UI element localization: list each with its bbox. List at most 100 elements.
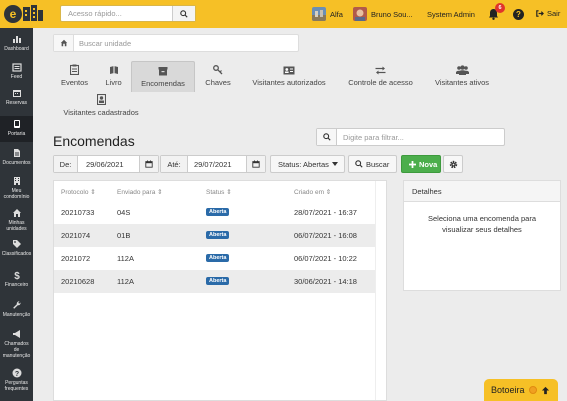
logout-label: Sair [547, 9, 561, 18]
column-header-criado[interactable]: Criado em ⇕ [294, 188, 331, 196]
quick-search-input[interactable] [61, 6, 173, 21]
calendar-icon [12, 90, 21, 97]
column-header-label: Enviado para [117, 189, 156, 196]
status-dot-icon [528, 386, 537, 394]
tab-chaves[interactable]: Chaves [202, 63, 234, 92]
table-scrollbar[interactable] [375, 181, 386, 400]
sidebar-item-minhas-unidades[interactable]: Minhas unidades [0, 208, 33, 234]
table-row[interactable]: 20210733 04S Aberta 28/07/2021 - 16:37 [54, 201, 376, 224]
home-button[interactable] [54, 35, 74, 51]
date-from-picker[interactable] [139, 156, 158, 172]
sidebar-item-label: Documentos [2, 160, 31, 166]
clipboard-icon [70, 64, 79, 75]
megaphone-icon [12, 330, 20, 338]
user-avatar [353, 7, 367, 21]
tab-label: Chaves [205, 78, 231, 87]
key-icon [213, 65, 223, 75]
filter-input[interactable] [343, 129, 503, 145]
search-button[interactable]: Buscar [348, 155, 397, 173]
date-to-input[interactable]: 29/07/2021 [188, 160, 246, 169]
sidebar-item-label: Financeiro [4, 282, 29, 288]
tab-visitantes-cadastrados[interactable]: Visitantes cadastrados [61, 93, 141, 122]
status-dropdown[interactable]: Status: Abertas [270, 155, 345, 173]
user-name: Bruno Sou... [371, 9, 413, 19]
tablet-icon [13, 120, 20, 128]
tab-label: Visitantes cadastrados [63, 108, 139, 117]
sidebar-item-portaria[interactable]: Portaria [0, 116, 33, 142]
filter-search-button[interactable] [317, 129, 337, 145]
date-from-group: De: 29/06/2021 [53, 155, 159, 173]
condo-name: Alfa [330, 9, 343, 19]
sidebar-item-documentos[interactable]: Documentos [0, 148, 33, 170]
tab-visitantes-autorizados[interactable]: Visitantes autorizados [247, 63, 331, 92]
home-icon [12, 209, 21, 217]
sidebar-item-chamados[interactable]: Chamados de manutenção [0, 329, 33, 361]
sidebar: Dashboard Feed Reservas Portaria Documen… [0, 28, 33, 401]
orders-table: Protocolo ⇕ Enviado para ⇕ Status ⇕ Cria… [53, 180, 387, 401]
cell-protocolo: 20210628 [61, 277, 95, 286]
botoeira-button[interactable]: Botoeira [484, 379, 558, 401]
svg-text:e: e [10, 7, 17, 21]
sidebar-item-feed[interactable]: Feed [0, 62, 33, 84]
sidebar-item-label: Feed [10, 74, 23, 80]
sidebar-item-label: Meu condomínio [3, 188, 30, 200]
table-row[interactable]: 2021074 01B Aberta 06/07/2021 - 16:08 [54, 224, 376, 247]
user-menu[interactable]: Bruno Sou... [353, 7, 413, 21]
role-label[interactable]: System Admin [427, 10, 475, 19]
calendar-icon [252, 160, 260, 168]
cell-protocolo: 2021072 [61, 254, 91, 263]
calendar-icon [145, 160, 153, 168]
quick-search-button[interactable] [172, 6, 195, 21]
building-icon [13, 177, 20, 185]
sort-icon: ⇕ [157, 189, 163, 196]
date-from-input[interactable]: 29/06/2021 [78, 160, 139, 169]
column-header-status[interactable]: Status ⇕ [206, 188, 232, 196]
cell-enviado: 112A [117, 254, 134, 263]
column-header-protocolo[interactable]: Protocolo ⇕ [61, 188, 96, 196]
dollar-icon: $ [14, 271, 20, 280]
users-icon [455, 65, 469, 75]
sidebar-item-financeiro[interactable]: $ Financeiro [0, 270, 33, 294]
condo-avatar [312, 7, 326, 21]
tab-encomendas[interactable]: Encomendas [131, 61, 195, 92]
table-row[interactable]: 20210628 112A Aberta 30/06/2021 - 14:18 [54, 270, 376, 293]
package-icon [158, 67, 168, 76]
botoeira-label: Botoeira [491, 385, 525, 395]
tab-label: Encomendas [141, 79, 185, 88]
top-bar: e Alfa Bruno Sou... System Admin 6 ? Sai… [0, 0, 567, 28]
sidebar-item-manutencao[interactable]: Manutenção [0, 300, 33, 324]
status-badge: Aberta [206, 231, 230, 239]
column-header-enviado[interactable]: Enviado para ⇕ [117, 188, 163, 196]
sidebar-item-label: Manutenção [2, 312, 31, 318]
cell-enviado: 04S [117, 208, 131, 217]
sidebar-item-reservas[interactable]: Reservas [0, 88, 33, 112]
unit-search-input[interactable] [79, 35, 294, 51]
condo-logo-icon[interactable]: e [4, 3, 44, 25]
table-row[interactable]: 2021072 112A Aberta 06/07/2021 - 10:22 [54, 247, 376, 270]
book-icon [109, 66, 118, 74]
sort-icon: ⇕ [90, 189, 96, 196]
feed-icon [11, 63, 22, 72]
question-icon: ? [12, 368, 21, 378]
tab-livro[interactable]: Livro [100, 63, 127, 92]
breadcrumb [53, 34, 299, 52]
sidebar-item-perguntas[interactable]: ? Perguntas frequentes [0, 368, 33, 396]
date-from-label: De: [54, 156, 78, 172]
tab-controle-acesso[interactable]: Controle de acesso [343, 63, 418, 92]
sidebar-item-dashboard[interactable]: Dashboard [0, 34, 33, 58]
logout-button[interactable]: Sair [535, 9, 560, 18]
date-to-picker[interactable] [246, 156, 265, 172]
tab-visitantes-ativos[interactable]: Visitantes ativos [430, 63, 494, 92]
sidebar-item-label: Minhas unidades [6, 220, 27, 232]
sidebar-item-meu-condominio[interactable]: Meu condomínio [0, 176, 33, 202]
wrench-icon [12, 301, 21, 309]
cell-criado: 06/07/2021 - 10:22 [294, 254, 357, 263]
help-icon[interactable]: ? [513, 9, 524, 20]
sidebar-item-label: Dashboard [4, 46, 29, 52]
condo-switcher[interactable]: Alfa [312, 7, 343, 21]
settings-button[interactable] [443, 155, 463, 173]
status-badge: Aberta [206, 208, 230, 216]
sidebar-item-classificados[interactable]: Classificados [0, 239, 33, 263]
new-button[interactable]: Nova [401, 155, 441, 173]
tab-eventos[interactable]: Eventos [57, 63, 92, 92]
